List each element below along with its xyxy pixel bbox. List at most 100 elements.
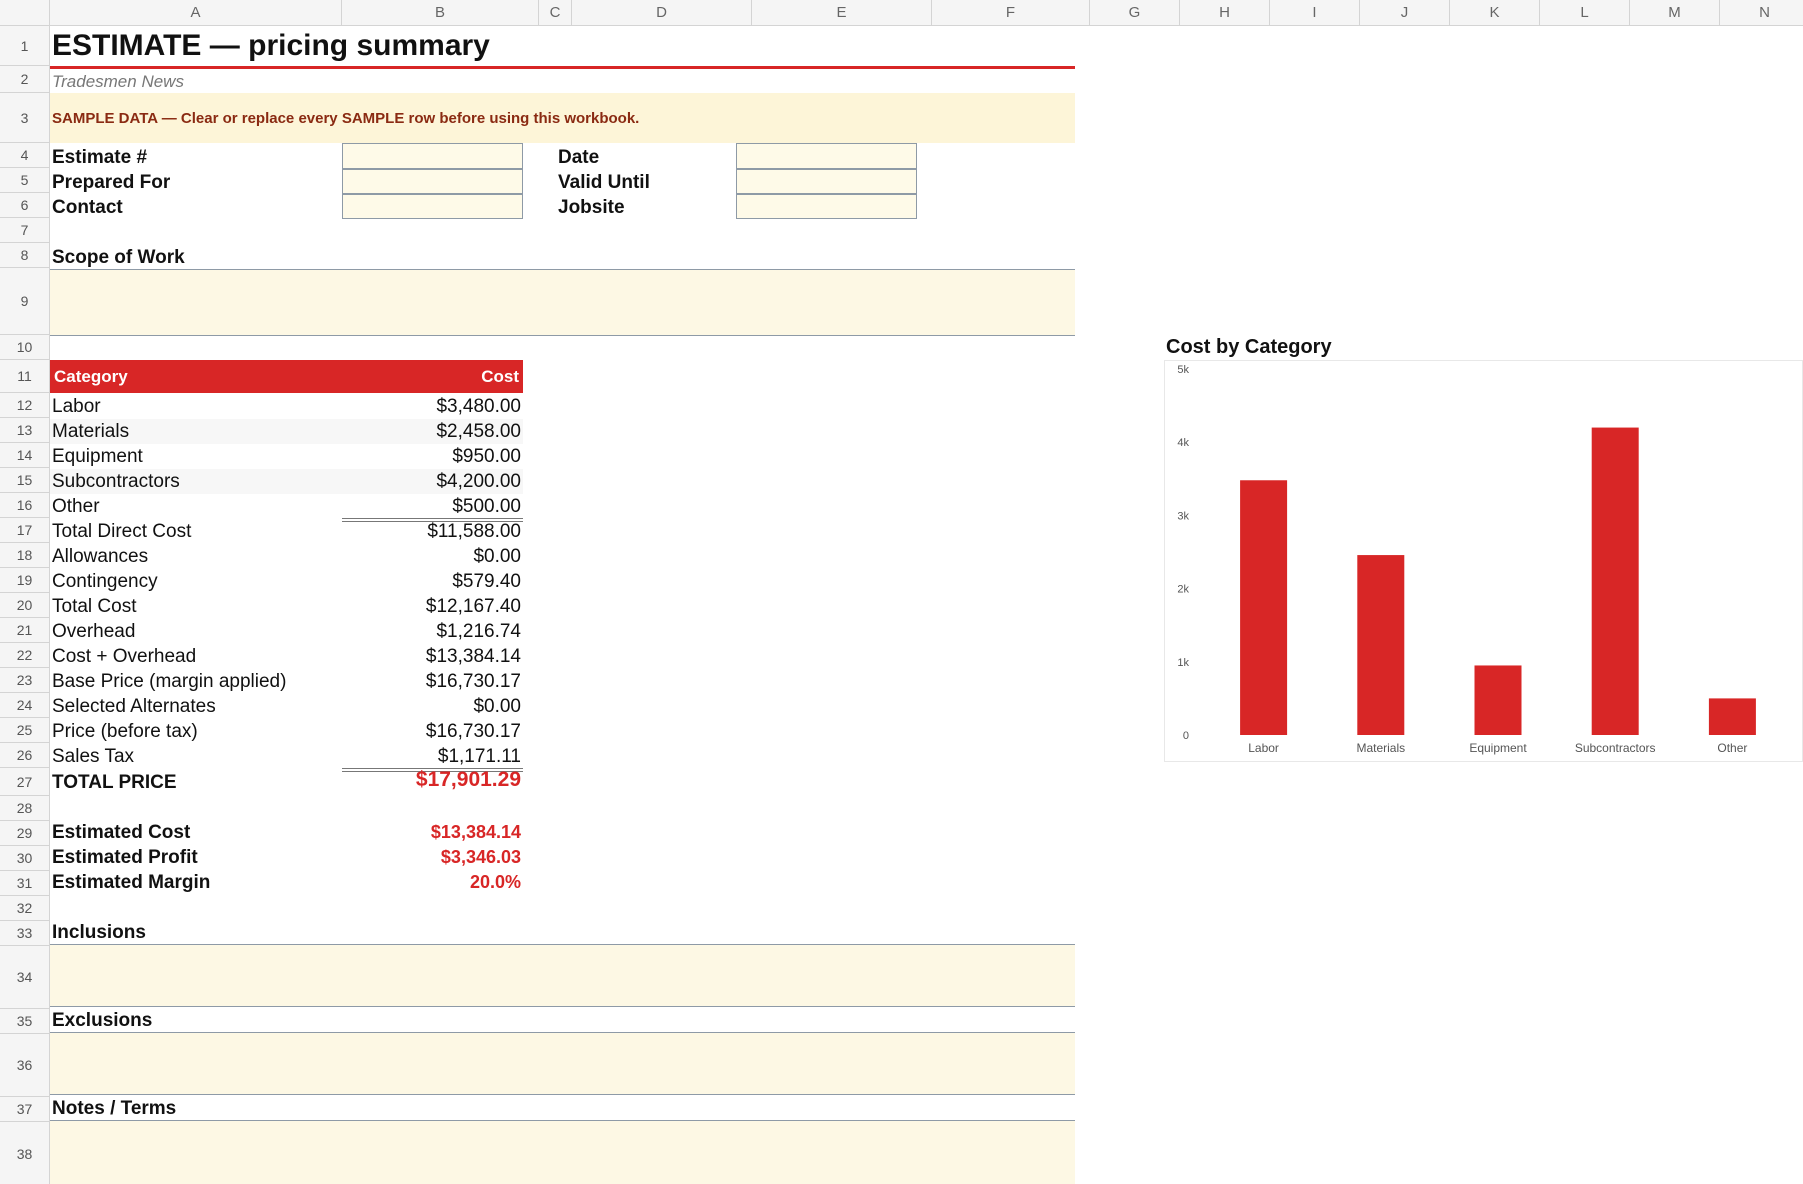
row-header-30[interactable]: 30 — [0, 846, 50, 871]
valid-until-label: Valid Until — [558, 171, 650, 193]
y-tick-label: 2k — [1177, 584, 1189, 596]
column-header-l[interactable]: L — [1540, 0, 1630, 26]
row-header-4[interactable]: 4 — [0, 143, 50, 168]
row-header-11[interactable]: 11 — [0, 360, 50, 393]
row-header-26[interactable]: 26 — [0, 743, 50, 768]
x-tick-label: Materials — [1356, 741, 1405, 755]
bar-other[interactable] — [1708, 698, 1756, 735]
line-item-label: Equipment — [52, 445, 143, 467]
line-item-value: $500.00 — [452, 495, 521, 517]
summary-label: Estimated Profit — [52, 846, 198, 868]
row-header-22[interactable]: 22 — [0, 643, 50, 668]
column-header-d[interactable]: D — [572, 0, 752, 26]
notes-terms-label: Notes / Terms — [52, 1097, 177, 1119]
bar-materials[interactable] — [1357, 555, 1405, 735]
row-header-15[interactable]: 15 — [0, 468, 50, 493]
column-header-m[interactable]: M — [1630, 0, 1720, 26]
row-header-8[interactable]: 8 — [0, 243, 50, 268]
column-header-g[interactable]: G — [1090, 0, 1180, 26]
row-header-1[interactable]: 1 — [0, 26, 50, 66]
row-header-35[interactable]: 35 — [0, 1009, 50, 1034]
column-header-e[interactable]: E — [752, 0, 932, 26]
cost-by-category-chart[interactable]: 0 1k 2k 3k 4k 5k Labor Materials Equipment Subcon… — [1164, 360, 1803, 762]
cost-table-header: Category Cost — [50, 360, 523, 393]
summary-value: $13,384.14 — [430, 822, 521, 842]
row-header-36[interactable]: 36 — [0, 1034, 50, 1097]
bar-subcontractors[interactable] — [1591, 427, 1639, 735]
line-item-label: Other — [52, 495, 100, 517]
row-header-37[interactable]: 37 — [0, 1097, 50, 1122]
notes-terms-field[interactable] — [50, 1120, 1075, 1184]
row-header-9[interactable]: 9 — [0, 268, 50, 335]
row-header-32[interactable]: 32 — [0, 896, 50, 921]
estimate-number-field[interactable] — [342, 143, 523, 169]
y-tick-label: 1k — [1177, 657, 1189, 669]
column-header-j[interactable]: J — [1360, 0, 1450, 26]
column-header-k[interactable]: K — [1450, 0, 1540, 26]
row-header-33[interactable]: 33 — [0, 921, 50, 946]
cost-column-header: Cost — [481, 366, 519, 386]
prepared-for-label: Prepared For — [52, 171, 171, 193]
column-header-b[interactable]: B — [342, 0, 539, 26]
line-item-label: Allowances — [52, 545, 149, 567]
line-item-label: Base Price (margin applied) — [52, 670, 287, 692]
row-header-2[interactable]: 2 — [0, 66, 50, 93]
scope-of-work-field[interactable] — [50, 269, 1075, 336]
select-all-corner[interactable] — [0, 0, 50, 26]
row-header-13[interactable]: 13 — [0, 418, 50, 443]
line-item-label: Sales Tax — [52, 745, 135, 767]
row-header-27[interactable]: 27 — [0, 768, 50, 796]
column-header-i[interactable]: I — [1270, 0, 1360, 26]
bar-equipment[interactable] — [1474, 665, 1522, 735]
row-header-24[interactable]: 24 — [0, 693, 50, 718]
column-header-c[interactable]: C — [539, 0, 572, 26]
summary-value: $3,346.03 — [440, 847, 521, 867]
row-header-34[interactable]: 34 — [0, 946, 50, 1009]
category-column-header: Category — [54, 366, 128, 386]
column-header-a[interactable]: A — [50, 0, 342, 26]
exclusions-field[interactable] — [50, 1032, 1075, 1095]
x-tick-label: Equipment — [1469, 741, 1527, 755]
line-item-label: Total Cost — [52, 595, 137, 617]
row-header-17[interactable]: 17 — [0, 518, 50, 543]
row-header-29[interactable]: 29 — [0, 821, 50, 846]
row-header-7[interactable]: 7 — [0, 218, 50, 243]
row-header-21[interactable]: 21 — [0, 618, 50, 643]
contact-field[interactable] — [342, 194, 523, 219]
row-header-20[interactable]: 20 — [0, 593, 50, 618]
row-header-38[interactable]: 38 — [0, 1122, 50, 1184]
row-header-19[interactable]: 19 — [0, 568, 50, 593]
total-price-value: $17,901.29 — [415, 768, 521, 791]
row-header-12[interactable]: 12 — [0, 393, 50, 418]
line-item-value: $1,216.74 — [436, 620, 521, 642]
row-header-25[interactable]: 25 — [0, 718, 50, 743]
row-header-3[interactable]: 3 — [0, 93, 50, 143]
y-tick-label: 4k — [1177, 437, 1189, 449]
column-header-h[interactable]: H — [1180, 0, 1270, 26]
estimate-number-label: Estimate # — [52, 146, 148, 168]
inclusions-field[interactable] — [50, 944, 1075, 1007]
column-header-n[interactable]: N — [1720, 0, 1803, 26]
line-item-value: $12,167.40 — [425, 595, 521, 617]
row-header-18[interactable]: 18 — [0, 543, 50, 568]
row-header-16[interactable]: 16 — [0, 493, 50, 518]
line-item-label: Materials — [52, 420, 130, 442]
column-header-f[interactable]: F — [932, 0, 1090, 26]
row-header-31[interactable]: 31 — [0, 871, 50, 896]
valid-until-field[interactable] — [736, 169, 917, 194]
prepared-for-field[interactable] — [342, 169, 523, 194]
row-header-6[interactable]: 6 — [0, 193, 50, 218]
subtitle: Tradesmen News — [52, 72, 184, 91]
chart-canvas: 0 1k 2k 3k 4k 5k Labor Materials Equipment Subcon… — [1177, 364, 1756, 755]
bar-labor[interactable] — [1240, 480, 1288, 735]
line-item-value: $16,730.17 — [425, 670, 521, 692]
line-item-label: Selected Alternates — [52, 695, 216, 717]
date-field[interactable] — [736, 143, 917, 169]
row-header-28[interactable]: 28 — [0, 796, 50, 821]
row-header-5[interactable]: 5 — [0, 168, 50, 193]
row-header-23[interactable]: 23 — [0, 668, 50, 693]
y-tick-label: 0 — [1183, 730, 1189, 742]
row-header-10[interactable]: 10 — [0, 335, 50, 360]
jobsite-field[interactable] — [736, 194, 917, 219]
row-header-14[interactable]: 14 — [0, 443, 50, 468]
